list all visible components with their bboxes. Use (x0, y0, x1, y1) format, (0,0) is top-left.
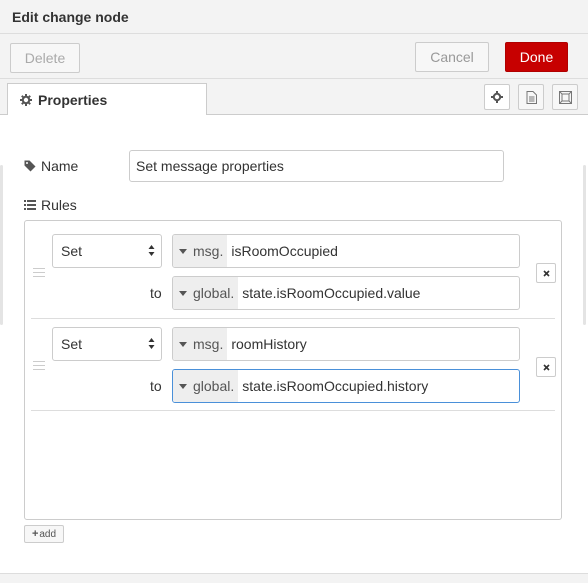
rules-label: Rules (24, 197, 77, 213)
caret-down-icon (179, 341, 187, 347)
rule-action-select[interactable]: Set (52, 327, 162, 361)
target-value: roomHistory (231, 336, 307, 352)
add-rule-button[interactable]: + add (24, 525, 64, 543)
document-icon (526, 90, 537, 104)
target-type-label: msg. (193, 243, 224, 259)
to-label: to (150, 378, 162, 394)
left-scroll-edge (0, 165, 3, 325)
delete-button[interactable]: Delete (10, 43, 80, 73)
frame-icon (558, 90, 572, 104)
source-type-label: global. (193, 378, 235, 394)
dialog-title: Edit change node (12, 9, 129, 25)
source-type-selector[interactable]: global. (173, 370, 239, 402)
target-type-selector[interactable]: msg. (173, 235, 228, 267)
gear-icon (20, 93, 32, 106)
scrollbar[interactable] (583, 165, 586, 325)
rules-label-text: Rules (41, 197, 77, 213)
rule-divider (31, 318, 555, 319)
tabs-bar: Properties (0, 79, 588, 115)
tab-properties-label: Properties (38, 91, 108, 108)
tag-icon (24, 160, 36, 172)
rules-list: Set msg. isRoomOccupied to global. state… (24, 220, 562, 520)
source-type-selector[interactable]: global. (173, 277, 239, 309)
dialog-titlebar: Edit change node (0, 0, 588, 34)
select-arrows-icon (148, 245, 155, 256)
tab-description-button[interactable] (518, 84, 544, 110)
rule-target-input[interactable]: msg. isRoomOccupied (172, 234, 520, 268)
tab-appearance-button[interactable] (552, 84, 578, 110)
caret-down-icon (179, 248, 187, 254)
caret-down-icon (179, 290, 187, 296)
name-input[interactable] (129, 150, 504, 182)
rule-action-value: Set (61, 336, 83, 352)
source-value: state.isRoomOccupied.value (242, 285, 421, 301)
caret-down-icon (179, 383, 187, 389)
list-icon (24, 200, 36, 210)
rule-source-input[interactable]: global. state.isRoomOccupied.value (172, 276, 520, 310)
drag-handle[interactable] (33, 361, 45, 373)
rule-action-value: Set (61, 243, 83, 259)
close-icon (542, 269, 550, 277)
rule-target-input[interactable]: msg. roomHistory (172, 327, 520, 361)
tab-settings-button[interactable] (484, 84, 510, 110)
name-label-text: Name (41, 158, 79, 174)
rule-action-select[interactable]: Set (52, 234, 162, 268)
source-value: state.isRoomOccupied.history (242, 378, 429, 394)
target-type-selector[interactable]: msg. (173, 328, 228, 360)
remove-rule-button[interactable] (536, 357, 556, 377)
target-value: isRoomOccupied (231, 243, 338, 259)
drag-handle[interactable] (33, 268, 45, 280)
add-rule-label: add (39, 528, 57, 540)
close-icon (542, 363, 550, 371)
done-button[interactable]: Done (505, 42, 568, 72)
to-label: to (150, 285, 162, 301)
target-type-label: msg. (193, 336, 224, 352)
properties-panel: Name Rules Set msg. isRoomOccupied to (0, 115, 588, 582)
cancel-button[interactable]: Cancel (415, 42, 489, 72)
gear-icon (491, 91, 503, 103)
rule-divider (31, 410, 555, 411)
source-type-label: global. (193, 285, 235, 301)
name-label: Name (24, 158, 78, 174)
remove-rule-button[interactable] (536, 263, 556, 283)
rule-source-input[interactable]: global. state.isRoomOccupied.history (172, 369, 520, 403)
plus-icon: + (31, 528, 39, 540)
dialog-toolbar: Delete Cancel Done (0, 34, 588, 79)
select-arrows-icon (148, 338, 155, 349)
tab-properties[interactable]: Properties (7, 83, 207, 115)
